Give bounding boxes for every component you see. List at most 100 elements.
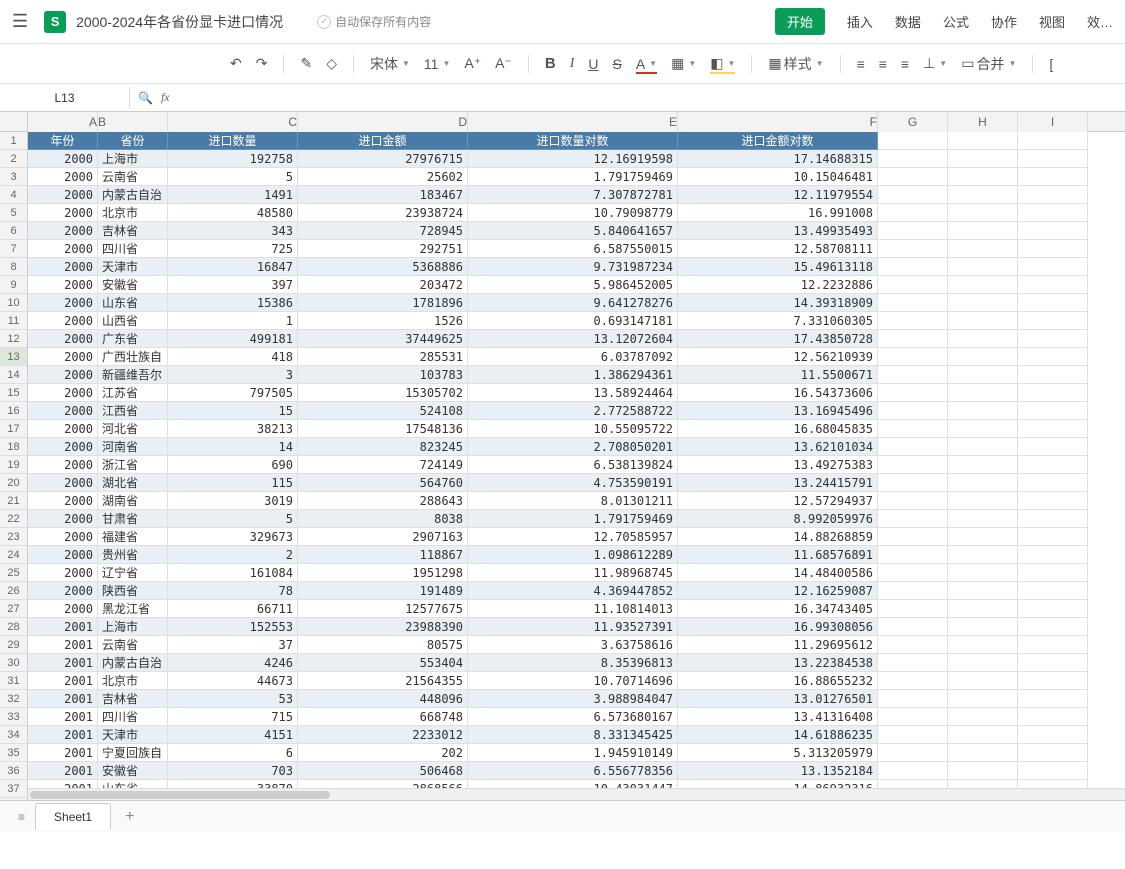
cell[interactable]: 53 bbox=[168, 690, 298, 708]
cell[interactable] bbox=[1018, 312, 1088, 330]
cell[interactable]: 2 bbox=[168, 546, 298, 564]
cell[interactable]: 2000 bbox=[28, 276, 98, 294]
menu-start[interactable]: 开始 bbox=[775, 8, 825, 35]
align-right-button[interactable]: ≡ bbox=[901, 56, 909, 72]
cell[interactable]: 15 bbox=[168, 402, 298, 420]
fx-icon[interactable]: fx bbox=[161, 90, 170, 105]
horizontal-scrollbar[interactable] bbox=[28, 788, 1125, 800]
cell[interactable]: 10.70714696 bbox=[468, 672, 678, 690]
cell[interactable]: 河南省 bbox=[98, 438, 168, 456]
cell[interactable]: 2000 bbox=[28, 186, 98, 204]
cell[interactable]: 14.88268859 bbox=[678, 528, 878, 546]
cell[interactable]: 2001 bbox=[28, 744, 98, 762]
cell[interactable]: 14 bbox=[168, 438, 298, 456]
cell[interactable] bbox=[948, 276, 1018, 294]
cell[interactable]: 16.99308056 bbox=[678, 618, 878, 636]
cell[interactable]: 13.62101034 bbox=[678, 438, 878, 456]
cell[interactable]: 5 bbox=[168, 510, 298, 528]
cell[interactable]: 48580 bbox=[168, 204, 298, 222]
sheet-tab[interactable]: Sheet1 bbox=[35, 803, 111, 830]
underline-button[interactable]: U bbox=[588, 56, 598, 72]
cell[interactable]: 797505 bbox=[168, 384, 298, 402]
cell[interactable]: 10.55095722 bbox=[468, 420, 678, 438]
cell[interactable] bbox=[948, 420, 1018, 438]
row-number[interactable]: 31 bbox=[0, 672, 28, 690]
cell[interactable] bbox=[1018, 708, 1088, 726]
cell[interactable] bbox=[1018, 762, 1088, 780]
cell[interactable]: 418 bbox=[168, 348, 298, 366]
cell[interactable]: 7.307872781 bbox=[468, 186, 678, 204]
menu-collab[interactable]: 协作 bbox=[991, 12, 1017, 31]
cell[interactable]: 115 bbox=[168, 474, 298, 492]
clear-format-button[interactable]: ◇ bbox=[326, 55, 337, 72]
cell[interactable]: 292751 bbox=[298, 240, 468, 258]
cell[interactable] bbox=[1018, 150, 1088, 168]
cell[interactable]: 11.68576891 bbox=[678, 546, 878, 564]
cell[interactable]: 2000 bbox=[28, 600, 98, 618]
row-number[interactable]: 9 bbox=[0, 276, 28, 294]
cell[interactable] bbox=[948, 384, 1018, 402]
cell[interactable]: 13.16945496 bbox=[678, 402, 878, 420]
cell[interactable] bbox=[878, 330, 948, 348]
cell[interactable]: 724149 bbox=[298, 456, 468, 474]
cell[interactable]: 北京市 bbox=[98, 672, 168, 690]
cell[interactable]: 1781896 bbox=[298, 294, 468, 312]
cell[interactable]: 11.93527391 bbox=[468, 618, 678, 636]
paint-format-button[interactable]: ✎ bbox=[300, 55, 312, 72]
cell[interactable]: 2000 bbox=[28, 438, 98, 456]
undo-button[interactable]: ↶ bbox=[230, 55, 242, 72]
cell[interactable] bbox=[878, 276, 948, 294]
cell[interactable]: 668748 bbox=[298, 708, 468, 726]
cell[interactable]: 2001 bbox=[28, 672, 98, 690]
cell[interactable]: 14.48400586 bbox=[678, 564, 878, 582]
cell[interactable]: 2000 bbox=[28, 474, 98, 492]
cell[interactable] bbox=[948, 474, 1018, 492]
cell[interactable] bbox=[948, 186, 1018, 204]
cell[interactable]: 贵州省 bbox=[98, 546, 168, 564]
cell[interactable]: 2000 bbox=[28, 420, 98, 438]
cell[interactable]: 397 bbox=[168, 276, 298, 294]
col-header-H[interactable]: H bbox=[948, 112, 1018, 132]
cell[interactable] bbox=[878, 762, 948, 780]
cell[interactable] bbox=[878, 510, 948, 528]
cell[interactable]: 285531 bbox=[298, 348, 468, 366]
cell[interactable]: 安徽省 bbox=[98, 276, 168, 294]
row-number[interactable]: 14 bbox=[0, 366, 28, 384]
row-number[interactable]: 37 bbox=[0, 780, 28, 798]
cell[interactable]: 13.49275383 bbox=[678, 456, 878, 474]
cell[interactable]: 16.68045835 bbox=[678, 420, 878, 438]
cell[interactable]: 2000 bbox=[28, 312, 98, 330]
cell[interactable] bbox=[1018, 438, 1088, 456]
styles-button[interactable]: ▦ 样式▼ bbox=[768, 54, 823, 74]
cell[interactable]: 黑龙江省 bbox=[98, 600, 168, 618]
cell[interactable]: 1491 bbox=[168, 186, 298, 204]
cell[interactable]: 564760 bbox=[298, 474, 468, 492]
cell[interactable] bbox=[948, 150, 1018, 168]
redo-button[interactable]: ↷ bbox=[256, 55, 268, 72]
align-center-button[interactable]: ≡ bbox=[879, 56, 887, 72]
cell[interactable]: 37449625 bbox=[298, 330, 468, 348]
merge-button[interactable]: ▭ 合并▼ bbox=[961, 54, 1016, 74]
cell[interactable] bbox=[878, 600, 948, 618]
font-inc-button[interactable]: A⁺ bbox=[464, 55, 481, 72]
header-cell[interactable]: 省份 bbox=[98, 132, 168, 150]
cell[interactable] bbox=[948, 366, 1018, 384]
cell[interactable]: 728945 bbox=[298, 222, 468, 240]
cell[interactable]: 21564355 bbox=[298, 672, 468, 690]
fill-color-button[interactable]: ◧▼ bbox=[710, 55, 735, 72]
row-number[interactable]: 29 bbox=[0, 636, 28, 654]
cell[interactable]: 内蒙古自治 bbox=[98, 654, 168, 672]
cell[interactable]: 202 bbox=[298, 744, 468, 762]
cell[interactable]: 2000 bbox=[28, 510, 98, 528]
cell[interactable]: 12.16259087 bbox=[678, 582, 878, 600]
cell[interactable] bbox=[1018, 600, 1088, 618]
row-number[interactable]: 25 bbox=[0, 564, 28, 582]
cell[interactable] bbox=[878, 222, 948, 240]
cell[interactable] bbox=[948, 618, 1018, 636]
cell[interactable]: 云南省 bbox=[98, 168, 168, 186]
cell[interactable]: 17.43850728 bbox=[678, 330, 878, 348]
row-number[interactable]: 20 bbox=[0, 474, 28, 492]
valign-button[interactable]: ⊥▼ bbox=[923, 55, 947, 72]
cell[interactable] bbox=[948, 708, 1018, 726]
cell[interactable]: 云南省 bbox=[98, 636, 168, 654]
